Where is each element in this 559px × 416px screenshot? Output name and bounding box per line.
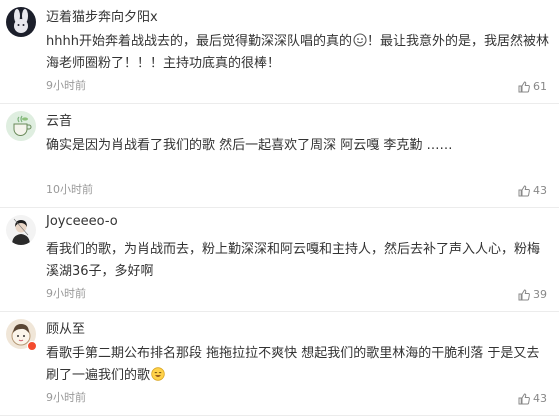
timestamp: 9小时前 — [46, 391, 86, 404]
tea-avatar-icon[interactable] — [6, 111, 36, 141]
username[interactable]: 迈着猫步奔向夕阳x — [46, 6, 158, 25]
verified-badge-icon — [27, 341, 37, 351]
comment-item: 顾从至 看歌手第二期公布排名那段 拖拖拉拉不爽快 想起我们的歌里林海的干脆利落 … — [0, 312, 559, 416]
like-count: 43 — [533, 184, 547, 197]
person-avatar-icon[interactable] — [6, 215, 36, 245]
comment-text: hhhh开始奔着战战去的，最后觉得勤深深队唱的真的 ！最让我意外的是，我居然被林海… — [46, 31, 551, 75]
username[interactable]: 云音 — [46, 110, 72, 129]
thumbs-up-icon — [518, 184, 530, 197]
like-count: 43 — [533, 392, 547, 405]
timestamp: 9小时前 — [46, 79, 86, 92]
like-count: 61 — [533, 80, 547, 93]
comment-text: 看我们的歌，为肖战而去，粉上勤深深和阿云嘎和主持人，然后去补了声入人心，粉梅溪湖… — [46, 242, 541, 279]
comment-text: 确实是因为肖战看了我们的歌 然后一起喜欢了周深 阿云嘎 李克勤 …… — [46, 138, 453, 153]
like-button[interactable]: 43 — [518, 184, 547, 197]
like-button[interactable]: 39 — [518, 288, 547, 301]
username[interactable]: Joyceeeo-o — [46, 214, 118, 229]
like-count: 39 — [533, 288, 547, 301]
comment-text-part: 看歌手第二期公布排名那段 拖拖拉拉不爽快 想起我们的歌里林海的干脆利落 于是又去… — [46, 346, 540, 383]
timestamp: 10小时前 — [46, 183, 93, 196]
comment-text: 看歌手第二期公布排名那段 拖拖拉拉不爽快 想起我们的歌里林海的干脆利落 于是又去… — [46, 343, 551, 387]
comment-item: Joyceeeo-o 看我们的歌，为肖战而去，粉上勤深深和阿云嘎和主持人，然后去… — [0, 208, 559, 312]
thumbs-up-icon — [518, 392, 530, 405]
timestamp: 9小时前 — [46, 287, 86, 300]
emoji-icon — [353, 33, 367, 47]
comment-text-part: hhhh开始奔着战战去的，最后觉得勤深深队唱的真的 — [46, 34, 352, 49]
comment-item: 云音 确实是因为肖战看了我们的歌 然后一起喜欢了周深 阿云嘎 李克勤 …… 10… — [0, 104, 559, 208]
thumbs-up-icon — [518, 80, 530, 93]
bunny-avatar-icon[interactable] — [6, 7, 36, 37]
like-button[interactable]: 43 — [518, 392, 547, 405]
username[interactable]: 顾从至 — [46, 318, 85, 337]
comment-item: 迈着猫步奔向夕阳x hhhh开始奔着战战去的，最后觉得勤深深队唱的真的 ！最让我意… — [0, 0, 559, 104]
laugh-emoji-icon — [151, 367, 165, 381]
like-button[interactable]: 61 — [518, 80, 547, 93]
thumbs-up-icon — [518, 288, 530, 301]
